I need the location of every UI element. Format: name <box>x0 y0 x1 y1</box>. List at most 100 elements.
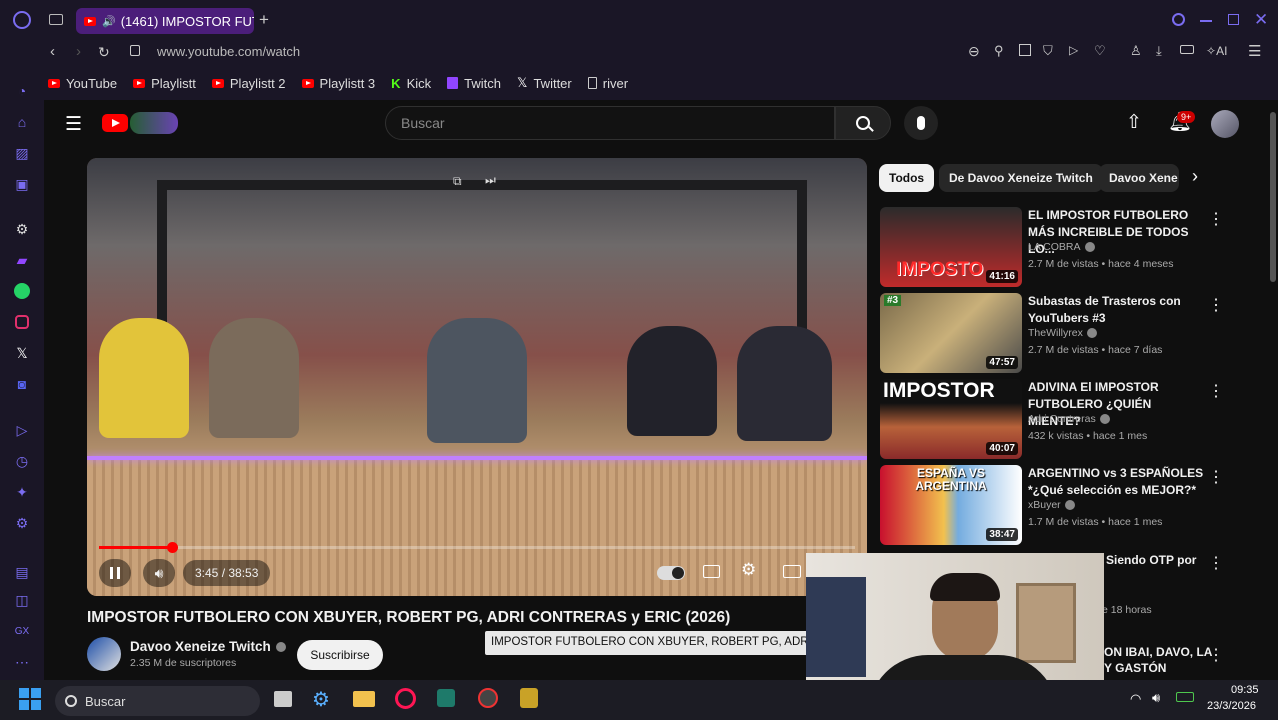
download-icon[interactable]: ⤓ <box>1156 43 1162 59</box>
more-actions-icon[interactable]: ⋮ <box>1208 209 1224 229</box>
opera-logo-icon[interactable] <box>13 11 31 29</box>
avatar[interactable] <box>1211 110 1239 138</box>
list-item[interactable]: IMPOSTO 41:16 EL IMPOSTOR FUTBOLERO MÁS … <box>880 207 1224 287</box>
back-icon[interactable]: ‹ <box>50 43 55 60</box>
pause-button[interactable] <box>99 559 131 587</box>
more-actions-icon[interactable]: ⋮ <box>1208 381 1224 401</box>
channel-name[interactable]: LA COBRA <box>1028 241 1095 253</box>
bookmark-twitter[interactable]: 𝕏 Twitter <box>517 75 572 91</box>
upload-icon[interactable]: ⇧ <box>1126 111 1142 134</box>
video-thumbnail[interactable]: #3 47:57 <box>880 293 1022 373</box>
workspace-icon[interactable]: ⌂ <box>13 113 31 131</box>
list-item[interactable]: #3 47:57 Subastas de Trasteros con YouTu… <box>880 293 1224 373</box>
url-field[interactable]: www.youtube.com/watch <box>157 44 300 59</box>
heart-icon[interactable]: ♡ <box>1094 43 1106 59</box>
forward-icon[interactable]: › <box>76 43 81 60</box>
tab-island-icon[interactable] <box>49 14 63 25</box>
app-icon-3[interactable] <box>478 688 498 708</box>
volume-button[interactable]: 🔊︎ <box>143 559 175 587</box>
aria-icon[interactable]: ◔ <box>13 82 31 100</box>
app-icon-2[interactable] <box>437 689 455 707</box>
more-actions-icon[interactable]: ⋮ <box>1208 645 1224 665</box>
snapshot-icon[interactable] <box>1019 44 1031 56</box>
progress-knob[interactable] <box>166 542 178 553</box>
bookmark-playlistt-2[interactable]: Playlistt 2 <box>211 76 286 91</box>
profile-icon[interactable]: ♙ <box>1130 43 1142 59</box>
twitch-icon[interactable]: ▰ <box>13 251 31 269</box>
new-tab-button[interactable]: + <box>259 10 269 30</box>
chip-channel[interactable]: De Davoo Xeneize Twitch <box>939 164 1103 192</box>
pinboard-icon[interactable]: ▨ <box>13 144 31 162</box>
instagram-icon[interactable] <box>13 313 31 331</box>
clock-time[interactable]: 09:35 <box>1231 684 1259 696</box>
gx-corner-icon[interactable]: GX <box>13 622 31 640</box>
gx-control-icon[interactable]: ▤ <box>13 563 31 581</box>
extensions-icon[interactable]: ✦ <box>13 483 31 501</box>
search-input[interactable]: Buscar <box>385 106 835 140</box>
windows-start-icon[interactable] <box>19 688 41 710</box>
theater-mode-icon[interactable] <box>783 565 801 578</box>
whatsapp-icon[interactable] <box>13 282 31 300</box>
maximize-button[interactable] <box>1228 14 1239 25</box>
channel-name[interactable]: Davoo Xeneize Twitch <box>130 639 286 654</box>
skip-icon[interactable]: ⏭ <box>485 173 496 188</box>
subscribe-button[interactable]: Suscribirse <box>297 640 383 670</box>
more-actions-icon[interactable]: ⋮ <box>1208 553 1224 573</box>
video-player[interactable]: ⧉ ⏭ 🔊︎ 3:45 / 38:53 ⚙ <box>87 158 867 596</box>
bookmark-kick[interactable]: K Kick <box>391 76 431 91</box>
opera-gx-icon[interactable] <box>395 688 416 709</box>
chip-todos[interactable]: Todos <box>879 164 935 192</box>
channel-name[interactable]: Adri Contreras <box>1028 413 1110 425</box>
list-item[interactable]: IMPOSTOR 40:07 ADIVINA El IMPOSTOR FUTBO… <box>880 379 1224 459</box>
partial-rec-title[interactable]: Siendo OTP por <box>1106 553 1196 567</box>
channel-avatar[interactable] <box>87 637 121 671</box>
bookmark-youtube[interactable]: YouTube <box>48 76 117 91</box>
ai-button[interactable]: ✧AI <box>1206 44 1227 58</box>
x-twitter-icon[interactable]: 𝕏 <box>13 344 31 362</box>
hamburger-menu-icon[interactable]: ☰ <box>65 113 82 136</box>
video-thumbnail[interactable]: ESPAÑA VS ARGENTINA 38:47 <box>880 465 1022 545</box>
easy-setup-icon[interactable]: ☰ <box>1248 42 1261 60</box>
bookmark-playlistt[interactable]: Playlistt <box>133 76 196 91</box>
file-explorer-icon[interactable] <box>353 691 375 707</box>
channel-name[interactable]: xBuyer <box>1028 499 1075 511</box>
miniplayer-icon[interactable]: ⧉ <box>453 174 462 189</box>
list-item[interactable]: ESPAÑA VS ARGENTINA 38:47 ARGENTINO vs 3… <box>880 465 1224 545</box>
bookmark-playlistt-3[interactable]: Playlistt 3 <box>301 76 375 91</box>
player-icon[interactable]: ▷ <box>13 421 31 439</box>
more-actions-icon[interactable]: ⋮ <box>1208 295 1224 315</box>
close-window-button[interactable]: ✕ <box>1254 10 1268 30</box>
video-thumbnail[interactable]: IMPOSTO 41:16 <box>880 207 1022 287</box>
chatgpt-icon[interactable]: ⚙ <box>13 220 31 238</box>
settings-app-icon[interactable]: ⚙ <box>312 687 330 712</box>
settings-icon[interactable]: ⚙ <box>13 514 31 532</box>
search-tabs-icon[interactable] <box>1172 13 1185 26</box>
progress-bar[interactable] <box>99 542 855 553</box>
subtitles-icon[interactable] <box>703 565 720 578</box>
bookmark-river[interactable]: river <box>587 76 628 91</box>
video-title[interactable]: ARGENTINO vs 3 ESPAÑOLES *¿Qué selección… <box>1028 465 1204 499</box>
chip-channel-2[interactable]: Davoo Xene <box>1099 164 1179 192</box>
taskbar-search[interactable]: Buscar <box>55 686 260 716</box>
search-button[interactable] <box>835 106 891 140</box>
mail-icon[interactable]: ▣ <box>13 175 31 193</box>
partial-rec-title-2[interactable]: ON IBAI, DAVO, LA <box>1104 645 1212 659</box>
more-actions-icon[interactable]: ⋮ <box>1208 467 1224 487</box>
more-options-icon[interactable]: ⋯ <box>13 653 31 671</box>
zoom-icon[interactable]: ⊖ <box>968 43 980 60</box>
scrollbar[interactable] <box>1268 100 1278 680</box>
cpu-limiter-icon[interactable]: ◫ <box>13 591 31 609</box>
clock-date[interactable]: 23/3/2026 <box>1207 700 1256 712</box>
video-title[interactable]: Subastas de Trasteros con YouTubers #3 <box>1028 293 1204 327</box>
youtube-logo[interactable] <box>102 114 128 132</box>
play-icon[interactable]: ▷ <box>1069 43 1078 57</box>
battery-saver-icon[interactable] <box>1180 45 1194 54</box>
app-icon-4[interactable] <box>520 688 538 708</box>
pin-icon[interactable]: ⚲ <box>994 43 1004 59</box>
volume-icon[interactable]: 🔊︎ <box>1152 690 1160 706</box>
reload-icon[interactable]: ↻ <box>98 44 110 61</box>
voice-search-button[interactable] <box>904 106 938 140</box>
vpn-shield-icon[interactable]: ⛉ <box>1043 43 1053 59</box>
history-icon[interactable]: ◷ <box>13 452 31 470</box>
discord-icon[interactable]: ◙ <box>13 375 31 393</box>
